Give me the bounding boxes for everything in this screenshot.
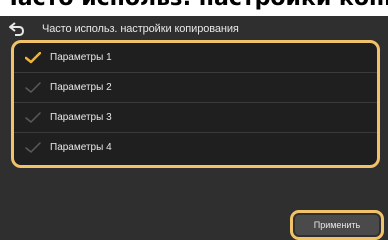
- check-icon: [24, 49, 42, 67]
- list-item-settings-3[interactable]: Параметры 3: [14, 103, 377, 133]
- header-bar: Часто использ. настройки копирования: [6, 18, 388, 40]
- back-arrow-icon[interactable]: [6, 18, 28, 40]
- apply-button-highlight: Применить: [290, 210, 384, 240]
- check-icon: [24, 139, 42, 157]
- check-icon: [24, 109, 42, 127]
- list-item-label: Параметры 3: [50, 112, 112, 123]
- list-item-label: Параметры 1: [50, 52, 112, 63]
- check-icon: [24, 79, 42, 97]
- apply-button[interactable]: Применить: [295, 215, 379, 235]
- caption-text: Часто использ. настройки копирования: [0, 0, 388, 11]
- list-item-settings-1[interactable]: Параметры 1: [14, 43, 377, 73]
- list-item-label: Параметры 2: [50, 82, 112, 93]
- list-item-settings-4[interactable]: Параметры 4: [14, 133, 377, 162]
- page-title: Часто использ. настройки копирования: [42, 23, 239, 35]
- list-item-settings-2[interactable]: Параметры 2: [14, 73, 377, 103]
- settings-list: Параметры 1 Параметры 2 Параметры 3 Пара…: [11, 40, 380, 168]
- list-item-label: Параметры 4: [50, 142, 112, 153]
- caption-strip: Часто использ. настройки копирования: [0, 0, 388, 16]
- settings-panel: Часто использ. настройки копирования Пар…: [0, 16, 388, 240]
